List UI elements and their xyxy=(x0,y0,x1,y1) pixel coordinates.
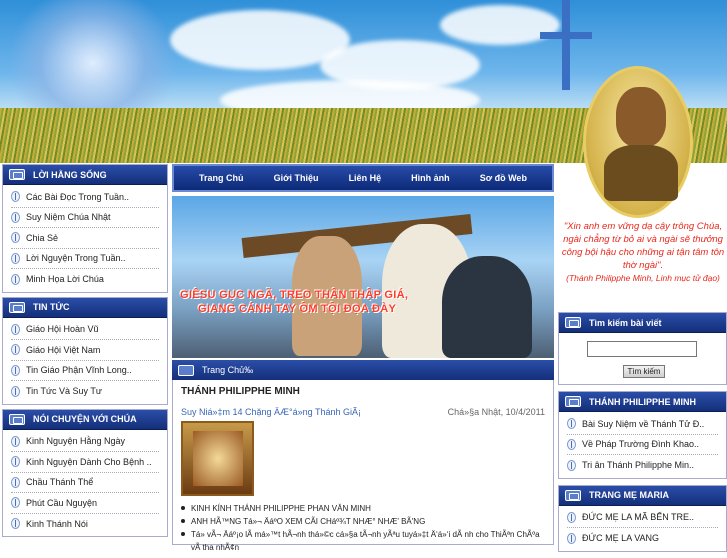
bullet-icon xyxy=(11,344,20,356)
bullet-icon xyxy=(567,532,576,544)
article-link[interactable]: Suy Niá»‡m 14 Chặng ÄÆ°á»ng Thánh GiÃ¡ xyxy=(181,407,361,417)
bullet-icon xyxy=(11,385,20,397)
sidebar-link[interactable]: Giáo Hội Việt Nam xyxy=(11,340,159,361)
section-header: TRANG MẸ MARIA xyxy=(559,485,726,506)
sidebar-section: TRANG MẸ MARIA ĐỨC MẸ LA MÃ BẾN TRE.. ĐỨ… xyxy=(558,484,727,552)
article-title: THÁNH PHILIPPHE MINH xyxy=(181,386,300,397)
bullet-icon xyxy=(11,518,20,530)
bullet-icon xyxy=(11,191,20,203)
sidebar-link[interactable]: Phút Cầu Nguyện xyxy=(11,493,159,514)
sidebar-link[interactable]: Suy Niệm Chúa Nhật xyxy=(11,208,159,228)
bullet-icon xyxy=(11,232,20,244)
saint-quote: "Xin anh em vững dạ cậy trông Chúa, ngài… xyxy=(559,220,727,310)
bullet-icon xyxy=(11,211,20,223)
section-header: TIN TỨC xyxy=(3,297,167,318)
sidebar-link[interactable]: Bài Suy Niệm về Thánh Tử Đ.. xyxy=(567,414,718,435)
book-icon xyxy=(9,301,25,313)
quote-source: (Thánh Philipphe Minh, Linh mục tử đạo) xyxy=(566,273,720,283)
section-header: Tìm kiếm bài viết xyxy=(559,313,726,333)
bullet-icon xyxy=(567,418,576,430)
article-date: Chá»§a Nhật, 10/4/2011 xyxy=(447,407,545,417)
nav-home[interactable]: Trang Chủ xyxy=(199,173,244,183)
search-input[interactable] xyxy=(587,341,697,357)
book-icon xyxy=(9,413,25,425)
nav-sitemap[interactable]: Sơ đồ Web xyxy=(480,173,527,183)
sidebar-link[interactable]: Kinh Nguyện Dành Cho Bệnh .. xyxy=(11,452,159,473)
bullet-icon xyxy=(567,511,576,523)
bullet-icon xyxy=(567,438,576,450)
bullet-icon xyxy=(11,497,20,509)
sidebar-link[interactable]: Lời Nguyện Trong Tuần.. xyxy=(11,249,159,269)
sidebar-link[interactable]: Tri ân Thánh Philipphe Min.. xyxy=(567,455,718,476)
sidebar-link[interactable]: ĐỨC MẸ LA VANG xyxy=(567,528,718,549)
sidebar-section: LỜI HẰNG SỐNG Các Bài Đọc Trong Tuần.. S… xyxy=(2,164,168,293)
hero-image: GIÊSU GỤC NGÃ, TREO THÂN THẬP GIÁ, GIANG… xyxy=(172,196,554,358)
bullet-icon xyxy=(11,435,20,447)
list-item[interactable]: ANH HÃ™NG Tá»¬ ÄáºO XEM CÃI CHáº¾T NHÆ° … xyxy=(181,515,545,528)
cloud xyxy=(440,5,560,45)
book-icon xyxy=(565,489,581,501)
section-header: LỜI HẰNG SỐNG xyxy=(3,165,167,185)
section-header: NÓI CHUYỆN VỚI CHÚA xyxy=(3,409,167,430)
sidebar-link[interactable]: Giáo Hội Hoàn Vũ xyxy=(11,320,159,340)
book-icon xyxy=(178,364,194,376)
sidebar-section: THÁNH PHILIPPHE MINH Bài Suy Niệm về Thá… xyxy=(558,391,727,479)
list-item[interactable]: Tá»­ vÃ¬ Äáº¡o lÃ má»™t hÃ¬nh thá»©c cá»… xyxy=(181,528,545,554)
nav-contact[interactable]: Liên Hệ xyxy=(349,173,382,183)
sidebar-link[interactable]: Chầu Thánh Thể xyxy=(11,473,159,493)
cross-icon xyxy=(562,0,570,90)
sidebar-link[interactable]: Kinh Nguyện Hằng Ngày xyxy=(11,432,159,452)
bullet-icon xyxy=(11,323,20,335)
sidebar-link[interactable]: ĐỨC MẸ LA MÃ BẾN TRE.. xyxy=(567,508,718,528)
bullet-icon xyxy=(11,252,20,264)
main-nav: Trang Chủ Giới Thiệu Liên Hệ Hình ảnh Sơ… xyxy=(172,164,554,192)
sidebar-link[interactable]: Về Pháp Trường Đình Khao.. xyxy=(567,435,718,455)
bullet-icon xyxy=(11,476,20,488)
saint-portrait-medallion xyxy=(583,66,693,218)
section-header: THÁNH PHILIPPHE MINH xyxy=(559,392,726,412)
nav-about[interactable]: Giới Thiệu xyxy=(274,173,319,183)
search-button[interactable]: Tìm kiếm xyxy=(623,365,665,378)
book-icon xyxy=(9,169,25,180)
book-icon xyxy=(565,396,581,407)
sidebar-link[interactable]: Minh Họa Lời Chúa xyxy=(11,269,159,290)
hero-caption: GIÊSU GỤC NGÃ, TREO THÂN THẬP GIÁ, GIANG… xyxy=(180,289,409,315)
sidebar-link[interactable]: Các Bài Đọc Trong Tuần.. xyxy=(11,187,159,208)
quote-text: "Xin anh em vững dạ cậy trông Chúa, ngài… xyxy=(561,221,725,271)
search-box: Tìm kiếm bài viết Tìm kiếm xyxy=(558,312,727,385)
bullet-icon xyxy=(567,459,576,471)
bullet-icon xyxy=(11,364,20,376)
bullet-icon xyxy=(11,273,20,285)
sidebar-link[interactable]: Kinh Thánh Nói xyxy=(11,514,159,535)
sidebar-link[interactable]: Tin Giáo Phận Vĩnh Long.. xyxy=(11,361,159,381)
sidebar-section: NÓI CHUYỆN VỚI CHÚA Kinh Nguyện Hằng Ngà… xyxy=(2,408,168,537)
sidebar-section: TIN TỨC Giáo Hội Hoàn Vũ Giáo Hội Việt N… xyxy=(2,296,168,405)
book-icon xyxy=(565,317,581,328)
list-item[interactable]: KINH KÍNH THÁNH PHILIPPHE PHAN VĂN MINH xyxy=(181,502,545,515)
bullet-icon xyxy=(11,456,20,468)
left-sidebar: LỜI HẰNG SỐNG Các Bài Đọc Trong Tuần.. S… xyxy=(2,164,168,541)
sidebar-link[interactable]: Tin Tức Và Suy Tư xyxy=(11,381,159,402)
nav-gallery[interactable]: Hình ảnh xyxy=(411,173,450,183)
main-content: THÁNH PHILIPPHE MINH Suy Niá»‡m 14 Chặng… xyxy=(172,380,554,552)
right-sidebar: Tìm kiếm bài viết Tìm kiếm THÁNH PHILIPP… xyxy=(558,312,727,558)
sidebar-link[interactable]: Chia Sẻ xyxy=(11,228,159,249)
content-header: Trang Chủ‰ xyxy=(172,360,554,380)
article-thumbnail[interactable] xyxy=(181,421,254,496)
